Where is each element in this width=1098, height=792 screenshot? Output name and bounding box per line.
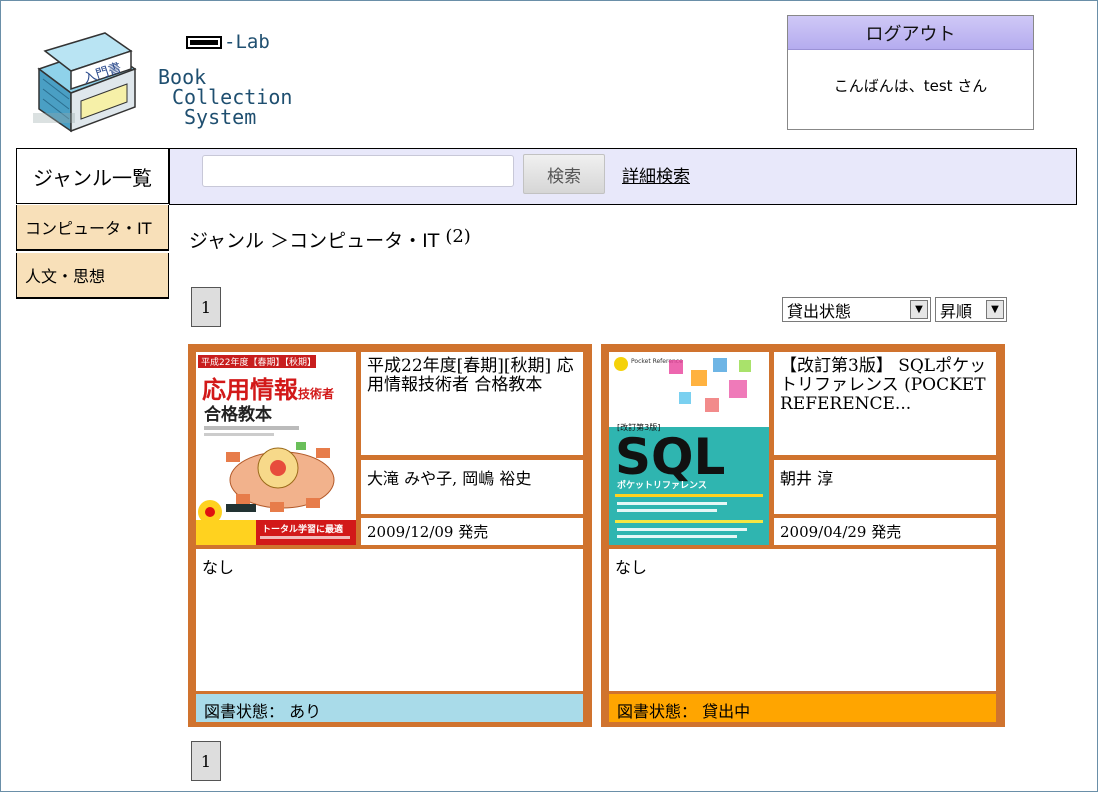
book-status: 図書状態： 貸出中: [609, 694, 996, 722]
breadcrumb: ジャンル ＞コンピュータ・IT (2): [189, 226, 471, 253]
genre-item-humanities[interactable]: 人文・思想: [16, 253, 169, 299]
sort-field-select[interactable]: 貸出状態 ▼: [782, 297, 931, 322]
svg-text:ポケットリファレンス: ポケットリファレンス: [617, 479, 707, 491]
lab-name: -Lab: [186, 31, 270, 53]
sort-field-value: 貸出状態: [787, 301, 852, 321]
book-card[interactable]: Pocket Reference [改訂第3版] SQL ポケットリファレンス …: [601, 344, 1005, 727]
redacted-box: [186, 35, 222, 49]
book-note: なし: [609, 549, 996, 691]
book-note: なし: [196, 549, 583, 691]
book-authors: 朝井 淳: [774, 460, 996, 514]
page-button-top[interactable]: 1: [191, 287, 221, 327]
system-name-line: System: [184, 105, 257, 129]
logout-button[interactable]: ログアウト: [788, 16, 1033, 50]
chevron-down-icon: ▼: [986, 300, 1004, 319]
book-cover-image[interactable]: Pocket Reference [改訂第3版] SQL ポケットリファレンス: [609, 352, 769, 545]
svg-text:応用情報: 応用情報: [202, 376, 299, 404]
svg-text:SQL: SQL: [615, 428, 725, 486]
sort-order-select[interactable]: 昇順 ▼: [935, 297, 1007, 322]
book-status: 図書状態： あり: [196, 694, 583, 722]
svg-text:技術者: 技術者: [298, 386, 334, 401]
lab-name-text: -Lab: [224, 31, 270, 53]
advanced-search-link[interactable]: 詳細検索: [622, 162, 690, 187]
system-name-line: Collection: [172, 85, 293, 109]
chevron-down-icon: ▼: [910, 300, 928, 319]
svg-text:合格教本: 合格教本: [204, 404, 272, 425]
search-button[interactable]: 検索: [523, 154, 605, 194]
svg-text:トータル学習に最適: トータル学習に最適: [262, 523, 343, 535]
book-cover-image[interactable]: 平成22年度【春期】【秋期】 応用情報 技術者 合格教本 トータル学習に最適: [196, 352, 356, 545]
breadcrumb-path: ジャンル ＞コンピュータ・IT: [189, 230, 440, 252]
book-authors: 大滝 みや子, 岡嶋 裕史: [361, 460, 583, 514]
books-logo-icon: 入門書: [33, 32, 137, 133]
book-release-date: 2009/04/29 発売: [774, 518, 996, 545]
genre-list-title: ジャンル一覧: [16, 148, 169, 204]
book-card[interactable]: 平成22年度【春期】【秋期】 応用情報 技術者 合格教本 トータル学習に最適 平…: [188, 344, 592, 727]
search-input[interactable]: [202, 155, 514, 187]
search-bar: 検索 詳細検索: [169, 148, 1077, 205]
sort-controls: 貸出状態 ▼ 昇順 ▼: [782, 297, 1007, 322]
system-name-line: Book: [158, 65, 207, 89]
book-title[interactable]: 【改訂第3版】 SQLポケットリファレンス (POCKET REFERENCE.…: [774, 352, 996, 455]
book-release-date: 2009/12/09 発売: [361, 518, 583, 545]
book-title[interactable]: 平成22年度[春期][秋期] 応用情報技術者 合格教本: [361, 352, 583, 455]
greeting-text: こんばんは、test さん: [833, 77, 988, 95]
genre-item-computer-it[interactable]: コンピュータ・IT: [16, 205, 169, 251]
sort-order-value: 昇順: [940, 301, 973, 321]
genre-list: コンピュータ・IT 人文・思想: [16, 205, 169, 301]
page-button-bottom[interactable]: 1: [191, 741, 221, 781]
system-name: Book Collection System: [158, 67, 292, 127]
result-count: (2): [445, 226, 471, 247]
svg-text:平成22年度【春期】【秋期】: 平成22年度【春期】【秋期】: [201, 356, 316, 368]
account-panel: ログアウト こんばんは、test さん: [787, 15, 1034, 130]
